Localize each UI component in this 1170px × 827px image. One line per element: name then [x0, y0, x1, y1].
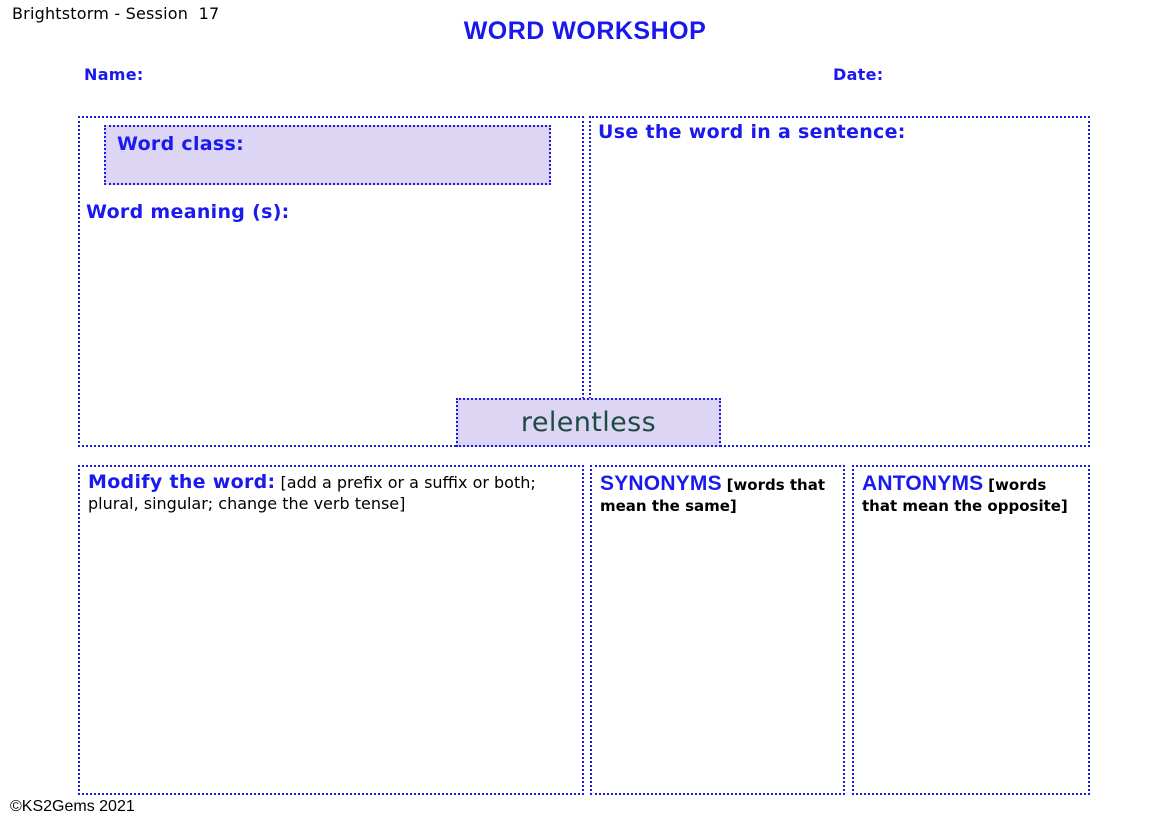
word-meaning-label: Word meaning (s):: [86, 201, 290, 223]
antonyms-heading-block: ANTONYMS [words that mean the opposite]: [862, 471, 1082, 515]
date-field-label: Date:: [833, 65, 883, 84]
worksheet-page: Brightstorm - Session 17 WORD WORKSHOP N…: [0, 0, 1170, 827]
word-class-answer-box[interactable]: Word class:: [104, 125, 551, 185]
sentence-label: Use the word in a sentence:: [598, 121, 906, 143]
focus-word-text: relentless: [521, 409, 656, 436]
focus-word-chip[interactable]: relentless: [456, 398, 721, 447]
word-class-label: Word class:: [117, 133, 244, 155]
synonyms-heading: SYNONYMS: [600, 472, 722, 495]
modify-word-heading-block: Modify the word: [add a prefix or a suff…: [88, 471, 576, 514]
modify-word-panel[interactable]: Modify the word: [add a prefix or a suff…: [78, 465, 584, 795]
name-field-label: Name:: [84, 65, 144, 84]
synonyms-panel[interactable]: SYNONYMS [words that mean the same]: [590, 465, 845, 795]
antonyms-panel[interactable]: ANTONYMS [words that mean the opposite]: [852, 465, 1090, 795]
synonyms-heading-block: SYNONYMS [words that mean the same]: [600, 471, 837, 515]
page-title: WORD WORKSHOP: [0, 17, 1170, 46]
modify-word-heading: Modify the word:: [88, 471, 275, 493]
antonyms-heading: ANTONYMS: [862, 472, 983, 495]
copyright-notice: ©KS2Gems 2021: [10, 798, 135, 816]
